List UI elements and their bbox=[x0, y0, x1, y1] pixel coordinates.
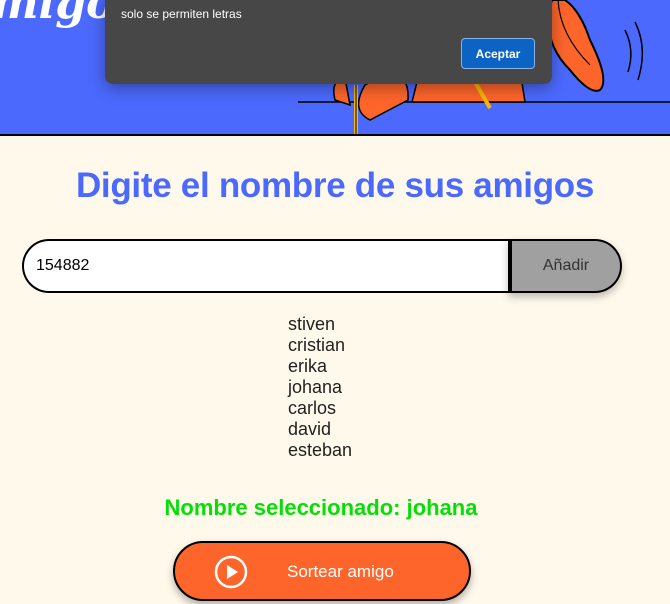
name-input-group: Añadir bbox=[22, 239, 622, 293]
friend-list-item: stiven bbox=[288, 314, 336, 334]
page-title: Digite el nombre de sus amigos bbox=[75, 166, 595, 205]
draw-friend-button[interactable]: Sortear amigo bbox=[173, 541, 471, 601]
draw-button-label: Sortear amigo bbox=[287, 562, 394, 581]
play-circle-icon bbox=[214, 555, 248, 589]
friend-list-item: david bbox=[288, 419, 332, 439]
friend-list-item: esteban bbox=[288, 440, 353, 460]
friend-list-item: johana bbox=[288, 377, 343, 397]
friend-list-item: erika bbox=[288, 356, 328, 376]
alert-dialog: solo se permiten letras Aceptar bbox=[105, 0, 552, 84]
friend-list-item: carlos bbox=[288, 398, 337, 418]
accept-button[interactable]: Aceptar bbox=[461, 38, 535, 69]
friend-list-item: cristian bbox=[288, 335, 346, 355]
add-button[interactable]: Añadir bbox=[508, 239, 622, 293]
friends-list: stiven cristian erika johana carlos david este… bbox=[288, 314, 352, 461]
alert-message: solo se permiten letras bbox=[121, 7, 242, 21]
friend-name-input[interactable] bbox=[22, 239, 510, 293]
result-text: Nombre seleccionado: johana bbox=[164, 495, 478, 520]
